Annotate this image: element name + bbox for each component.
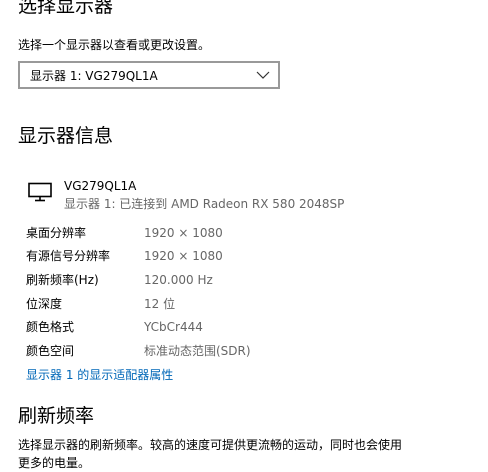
display-adapter-properties-link[interactable]: 显示器 1 的显示适配器属性 bbox=[26, 366, 173, 384]
info-row-label: 颜色空间 bbox=[26, 344, 75, 358]
info-row-value: 12 位 bbox=[144, 297, 176, 311]
info-row-value: 标准动态范围(SDR) bbox=[144, 344, 251, 358]
info-row-desktop-resolution: 桌面分辨率 1920 × 1080 bbox=[26, 224, 406, 242]
info-row-refresh-rate: 刷新频率(Hz) 120.000 Hz bbox=[26, 271, 406, 289]
display-dropdown[interactable]: 显示器 1: VG279QL1A bbox=[18, 61, 280, 89]
refresh-rate-heading: 刷新频率 bbox=[18, 405, 95, 427]
info-row-active-signal-resolution: 有源信号分辨率 1920 × 1080 bbox=[26, 247, 406, 265]
info-row-value: 1920 × 1080 bbox=[144, 226, 223, 240]
refresh-rate-description-line2: 更多的电量。 bbox=[18, 456, 91, 470]
info-row-label: 位深度 bbox=[26, 297, 63, 311]
info-row-color-format: 颜色格式 YCbCr444 bbox=[26, 318, 406, 336]
display-dropdown-value: 显示器 1: VG279QL1A bbox=[30, 69, 158, 83]
info-row-label: 有源信号分辨率 bbox=[26, 249, 111, 263]
info-row-value: YCbCr444 bbox=[144, 320, 203, 334]
monitor-icon bbox=[28, 182, 52, 202]
info-row-label: 刷新频率(Hz) bbox=[26, 273, 99, 287]
info-row-label: 桌面分辨率 bbox=[26, 226, 87, 240]
display-info-heading: 显示器信息 bbox=[18, 125, 114, 147]
choose-display-heading: 选择显示器 bbox=[18, 0, 114, 17]
choose-display-description: 选择一个显示器以查看或更改设置。 bbox=[18, 38, 211, 52]
info-row-value: 120.000 Hz bbox=[144, 273, 213, 287]
chevron-down-icon bbox=[256, 71, 270, 79]
info-row-label: 颜色格式 bbox=[26, 320, 75, 334]
info-row-bit-depth: 位深度 12 位 bbox=[26, 295, 406, 313]
info-row-color-space: 颜色空间 标准动态范围(SDR) bbox=[26, 342, 406, 360]
info-row-value: 1920 × 1080 bbox=[144, 249, 223, 263]
refresh-rate-description-line1: 选择显示器的刷新频率。较高的速度可提供更流畅的运动，同时也会使用 bbox=[18, 438, 403, 452]
monitor-name: VG279QL1A bbox=[64, 179, 137, 193]
monitor-connection: 显示器 1: 已连接到 AMD Radeon RX 580 2048SP bbox=[64, 197, 345, 211]
